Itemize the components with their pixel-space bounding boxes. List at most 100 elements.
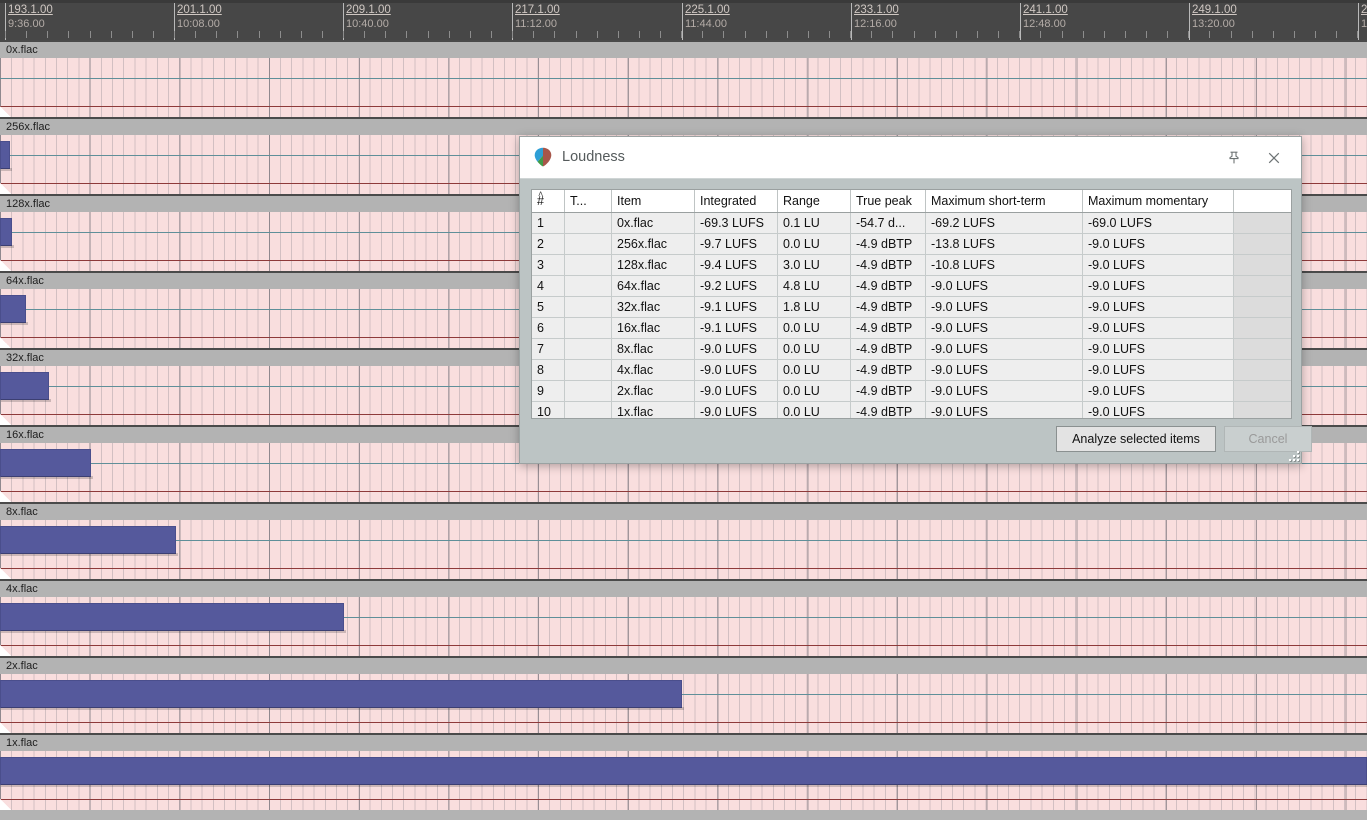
media-item[interactable] <box>0 449 93 479</box>
track-header[interactable]: 2x.flac <box>0 656 1367 674</box>
media-item-shadow <box>1 553 178 556</box>
cell-num: 3 <box>532 254 565 276</box>
media-item[interactable] <box>0 757 1367 787</box>
track[interactable]: 2x.flac <box>0 656 1367 733</box>
track-header[interactable]: 0x.flac <box>0 40 1367 58</box>
track[interactable]: 0x.flac <box>0 40 1367 117</box>
ruler-tick <box>174 31 175 38</box>
ruler-tick <box>1188 31 1189 38</box>
pin-icon[interactable] <box>1219 143 1249 173</box>
table-row[interactable]: 1 0x.flac -69.3 LUFS 0.1 LU -54.7 d... -69.2 … <box>532 212 1291 234</box>
lane-red-line <box>0 799 1367 800</box>
analyze-selected-items-button[interactable]: Analyze selected items <box>1056 426 1216 452</box>
cell-pad <box>1233 275 1291 297</box>
column-header-item[interactable]: Item <box>611 190 695 213</box>
table-row[interactable]: 10 1x.flac -9.0 LUFS 0.0 LU -4.9 dBTP -9.0 LU… <box>532 401 1291 418</box>
resize-grip[interactable] <box>1287 449 1299 461</box>
media-item[interactable] <box>0 372 51 402</box>
ruler-tick <box>259 31 260 38</box>
close-icon[interactable] <box>1259 143 1289 173</box>
track-header[interactable]: 1x.flac <box>0 733 1367 751</box>
track-header[interactable]: 8x.flac <box>0 502 1367 520</box>
cell-item: 0x.flac <box>611 212 695 234</box>
track-lane[interactable] <box>0 58 1367 117</box>
media-item[interactable] <box>0 141 12 171</box>
media-item[interactable] <box>0 680 684 710</box>
reaper-logo-icon <box>532 146 554 168</box>
media-item[interactable] <box>0 526 178 556</box>
track-name-label: 128x.flac <box>6 198 51 210</box>
ruler-tick <box>47 31 48 38</box>
table-row[interactable]: 8 4x.flac -9.0 LUFS 0.0 LU -4.9 dBTP -9.0 LUF… <box>532 359 1291 381</box>
column-header-peak[interactable]: True peak <box>850 190 926 213</box>
dialog-titlebar[interactable]: Loudness <box>520 137 1301 179</box>
column-header-mm[interactable]: Maximum momentary <box>1082 190 1234 213</box>
ruler-tick <box>681 31 682 38</box>
track-header[interactable]: 4x.flac <box>0 579 1367 597</box>
ruler-time-label: 11:12.00 <box>515 18 558 30</box>
ruler-tick <box>1357 31 1358 38</box>
media-item-shadow <box>1 399 51 402</box>
table-row[interactable]: 5 32x.flac -9.1 LUFS 1.8 LU -4.9 dBTP -9.0 LU… <box>532 296 1291 318</box>
track-header[interactable]: 256x.flac <box>0 117 1367 135</box>
table-row[interactable]: 4 64x.flac -9.2 LUFS 4.8 LU -4.9 dBTP -9.0 LU… <box>532 275 1291 297</box>
column-header-num[interactable]: ˄ # <box>532 190 565 213</box>
track-lane[interactable] <box>0 520 1367 579</box>
ruler-time-label: 10:40.00 <box>346 18 389 30</box>
cell-int: -9.0 LUFS <box>694 338 778 360</box>
track-name-label: 2x.flac <box>6 660 38 672</box>
ruler-tick <box>5 31 6 38</box>
ruler-tick <box>343 31 344 38</box>
media-item[interactable] <box>0 295 28 325</box>
cell-num: 9 <box>532 380 565 402</box>
timeline-ruler[interactable]: 193.1.00 9:36.00 201.1.00 10:08.00 209.1.00 1… <box>0 0 1367 40</box>
column-header-int[interactable]: Integrated <box>694 190 778 213</box>
ruler-top-divider <box>0 0 1367 3</box>
ruler-tick <box>850 31 851 38</box>
column-header-label: Item <box>617 194 642 208</box>
table-row[interactable]: 7 8x.flac -9.0 LUFS 0.0 LU -4.9 dBTP -9.0 LUF… <box>532 338 1291 360</box>
cell-peak: -4.9 dBTP <box>850 401 926 418</box>
track[interactable]: 4x.flac <box>0 579 1367 656</box>
ruler-mark-line <box>851 3 852 40</box>
cell-t <box>564 275 612 297</box>
lane-red-line <box>0 645 1367 646</box>
track[interactable]: 8x.flac <box>0 502 1367 579</box>
column-header-label: Maximum momentary <box>1088 194 1209 208</box>
media-item-shadow <box>1 322 28 325</box>
ruler-tick <box>322 31 323 38</box>
media-item[interactable] <box>0 603 346 633</box>
table-row[interactable]: 2 256x.flac -9.7 LUFS 0.0 LU -4.9 dBTP -13.8 … <box>532 233 1291 255</box>
ruler-tick <box>1083 31 1084 38</box>
cell-range: 0.0 LU <box>777 380 851 402</box>
cell-num: 4 <box>532 275 565 297</box>
track-lane[interactable] <box>0 751 1367 810</box>
cell-mst: -9.0 LUFS <box>925 317 1083 339</box>
table-row[interactable]: 3 128x.flac -9.4 LUFS 3.0 LU -4.9 dBTP -10.8 … <box>532 254 1291 276</box>
track-lane[interactable] <box>0 597 1367 656</box>
track-lane[interactable] <box>0 674 1367 733</box>
loudness-results-table-wrap[interactable]: ˄ # T... Item Integrated Range True peak Maximu… <box>531 189 1292 419</box>
column-header-mst[interactable]: Maximum short-term <box>925 190 1083 213</box>
track-name-label: 64x.flac <box>6 275 44 287</box>
column-header-t[interactable]: T... <box>564 190 612 213</box>
ruler-tick <box>956 31 957 38</box>
cell-mst: -9.0 LUFS <box>925 401 1083 418</box>
table-row[interactable]: 6 16x.flac -9.1 LUFS 0.0 LU -4.9 dBTP -9.0 LU… <box>532 317 1291 339</box>
ruler-beat-label: 201.1.00 <box>177 4 222 16</box>
cell-item: 32x.flac <box>611 296 695 318</box>
media-item-shadow <box>1 476 93 479</box>
column-header-range[interactable]: Range <box>777 190 851 213</box>
ruler-time-label: 12:48.00 <box>1023 18 1066 30</box>
lane-corner-marker <box>0 260 11 271</box>
cell-peak: -4.9 dBTP <box>850 233 926 255</box>
cell-t <box>564 401 612 418</box>
column-header-pad[interactable] <box>1233 190 1291 213</box>
table-row[interactable]: 9 2x.flac -9.0 LUFS 0.0 LU -4.9 dBTP -9.0 LUF… <box>532 380 1291 402</box>
media-item[interactable] <box>0 218 14 248</box>
ruler-time-label: 12:16.00 <box>854 18 897 30</box>
track[interactable]: 1x.flac <box>0 733 1367 810</box>
ruler-tick <box>1315 31 1316 38</box>
lane-grid-major <box>0 520 1367 579</box>
ruler-tick <box>639 31 640 38</box>
